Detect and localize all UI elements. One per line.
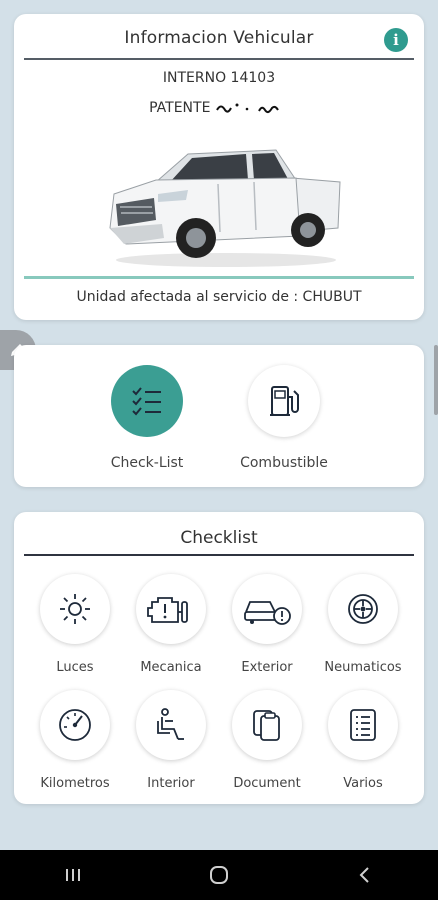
light-icon[interactable] [40, 574, 110, 644]
engine-icon[interactable] [136, 574, 206, 644]
checklist-action[interactable]: Check-List [77, 365, 217, 471]
unidad-assignment: Unidad afectada al servicio de : CHUBUT [76, 289, 362, 305]
car-alert-icon[interactable] [232, 574, 302, 644]
checklist-item-label: Luces [56, 660, 94, 675]
checklist-item-label: Neumaticos [324, 660, 402, 675]
info-icon[interactable]: i [384, 28, 408, 52]
checklist-item-label: Kilometros [40, 776, 110, 791]
recent-apps-icon[interactable] [53, 855, 93, 895]
list-icon[interactable] [328, 690, 398, 760]
fuel-pump-icon[interactable] [248, 365, 320, 437]
home-icon[interactable] [199, 855, 239, 895]
speedometer-icon[interactable] [40, 690, 110, 760]
documents-icon[interactable] [232, 690, 302, 760]
checklist-card: Checklist Luces Mecanica Exterior Neumat… [14, 512, 424, 804]
back-icon[interactable] [345, 855, 385, 895]
checklist-item-label: Document [233, 776, 301, 791]
checklist-divider [24, 554, 414, 556]
checklist-item-mecanica[interactable]: Mecanica [121, 574, 221, 675]
checklist-item-neumaticos[interactable]: Neumaticos [313, 574, 413, 675]
checklist-item-luces[interactable]: Luces [25, 574, 125, 675]
edge-panel-handle[interactable] [434, 345, 438, 415]
checklist-icon[interactable] [111, 365, 183, 437]
combustible-action[interactable]: Combustible [214, 365, 354, 471]
system-navigation-bar [0, 850, 438, 900]
vehicle-photo [109, 149, 341, 267]
seat-icon[interactable] [136, 690, 206, 760]
title-divider [24, 58, 414, 60]
actions-card: Check-List Combustible [14, 345, 424, 487]
checklist-item-label: Varios [343, 776, 383, 791]
checklist-item-label: Interior [147, 776, 195, 791]
checklist-item-label: Exterior [241, 660, 293, 675]
tire-icon[interactable] [328, 574, 398, 644]
redacted-plate [216, 103, 279, 114]
checklist-action-label: Check-List [110, 455, 184, 471]
checklist-item-varios[interactable]: Varios [313, 690, 413, 791]
interno-number: INTERNO 14103 [162, 70, 276, 86]
checklist-title: Checklist [180, 528, 258, 548]
vehicle-info-title: Informacion Vehicular [124, 28, 314, 48]
patente-label: PATENTE [149, 100, 211, 116]
checklist-item-kilometros[interactable]: Kilometros [25, 690, 125, 791]
vehicle-divider [24, 276, 414, 279]
combustible-action-label: Combustible [240, 455, 328, 471]
vehicle-info-card: Informacion Vehicular i INTERNO 14103 PA… [14, 14, 424, 320]
checklist-item-exterior[interactable]: Exterior [217, 574, 317, 675]
patente-row: PATENTE [14, 100, 424, 116]
checklist-item-document[interactable]: Document [217, 690, 317, 791]
checklist-item-label: Mecanica [140, 660, 202, 675]
checklist-item-interior[interactable]: Interior [121, 690, 221, 791]
